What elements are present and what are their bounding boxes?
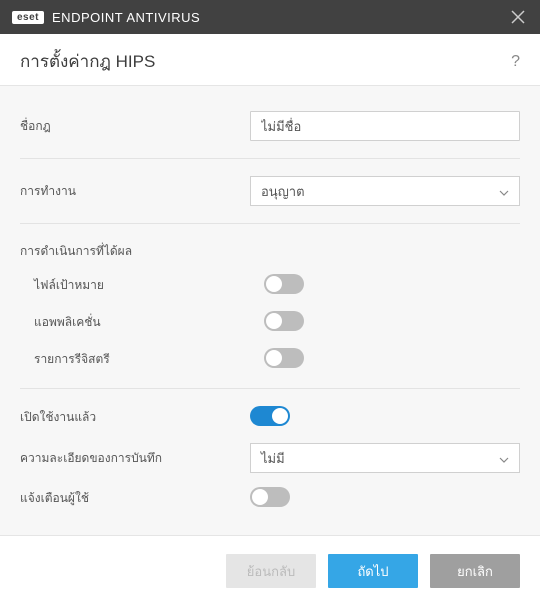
action-label: การทำงาน [20,182,250,201]
content-panel: ชื่อกฎ การทำงาน อนุญาต การดำเนินการที่ได… [0,85,540,536]
row-rule-name: ชื่อกฎ [20,104,520,148]
row-action: การทำงาน อนุญาต [20,169,520,213]
help-icon[interactable]: ? [511,53,520,71]
brand-badge: eset [12,11,44,24]
enabled-label: เปิดใช้งานแล้ว [20,408,250,427]
row-enabled: เปิดใช้งานแล้ว [20,399,520,436]
notify-user-label: แจ้งเตือนผู้ใช้ [20,489,250,508]
titlebar: eset ENDPOINT ANTIVIRUS [0,0,540,34]
log-detail-label: ความละเอียดของการบันทึก [20,449,250,468]
target-files-toggle[interactable] [264,274,304,294]
close-icon [511,10,525,24]
next-button[interactable]: ถัดไป [328,554,418,588]
row-notify-user: แจ้งเตือนผู้ใช้ [20,480,520,517]
chevron-down-icon [499,451,509,466]
row-registry: รายการรีจิสตรี [20,341,520,378]
applications-label: แอพพลิเคชั่น [34,313,264,332]
divider [20,388,520,389]
notify-user-toggle[interactable] [250,487,290,507]
row-target-files: ไฟล์เป้าหมาย [20,267,520,304]
rule-name-label: ชื่อกฎ [20,117,250,136]
applications-toggle[interactable] [264,311,304,331]
header: การตั้งค่ากฎ HIPS ? [0,34,540,85]
registry-label: รายการรีจิสตรี [34,350,264,369]
row-applications: แอพพลิเคชั่น [20,304,520,341]
registry-toggle[interactable] [264,348,304,368]
rule-name-input[interactable] [250,111,520,141]
log-detail-select[interactable]: ไม่มี [250,443,520,473]
cancel-button[interactable]: ยกเลิก [430,554,520,588]
footer: ย้อนกลับ ถัดไป ยกเลิก [0,536,540,606]
action-select-value: อนุญาต [261,181,305,202]
page-title: การตั้งค่ากฎ HIPS [20,48,155,75]
titlebar-left: eset ENDPOINT ANTIVIRUS [12,10,200,25]
action-select[interactable]: อนุญาต [250,176,520,206]
divider [20,158,520,159]
target-files-label: ไฟล์เป้าหมาย [34,276,264,295]
back-button[interactable]: ย้อนกลับ [226,554,316,588]
product-name: ENDPOINT ANTIVIRUS [52,10,200,25]
log-detail-select-value: ไม่มี [261,448,285,469]
chevron-down-icon [499,184,509,199]
enabled-toggle[interactable] [250,406,290,426]
affecting-section-label: การดำเนินการที่ได้ผล [20,234,520,267]
divider [20,223,520,224]
close-button[interactable] [508,7,528,27]
row-log-detail: ความละเอียดของการบันทึก ไม่มี [20,436,520,480]
